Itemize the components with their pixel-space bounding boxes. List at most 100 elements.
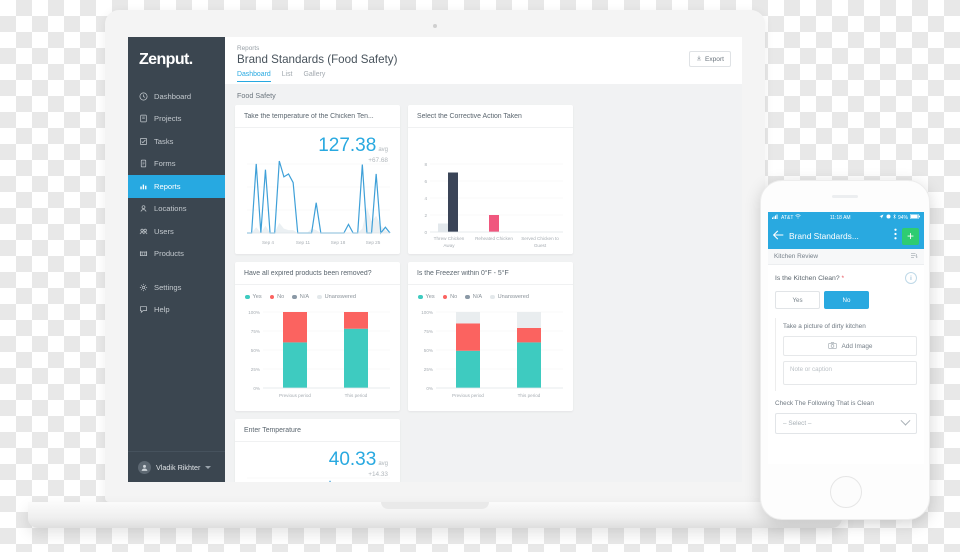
dashboard-grid: Take the temperature of the Chicken Ten.… — [225, 105, 742, 482]
y-tick-label: 25% — [251, 367, 260, 372]
tab-bar: Dashboard List Gallery — [237, 71, 730, 82]
sidebar-item-tasks[interactable]: Tasks — [128, 130, 225, 153]
checklist-icon — [139, 137, 148, 146]
battery-percent-label: 94% — [897, 214, 908, 221]
laptop-screen: Zenput. Dashboard Projects Tasks Forms R… — [128, 37, 742, 482]
answer-no-button[interactable]: No — [824, 291, 869, 309]
legend-swatch — [418, 294, 423, 300]
phone-nav-bar: Brand Standards... + — [768, 223, 924, 249]
sidebar-item-label: Projects — [154, 114, 182, 124]
home-button[interactable] — [830, 476, 862, 508]
clock-label: 11:18 AM — [829, 214, 851, 221]
export-button[interactable]: Export — [688, 51, 731, 67]
sidebar-item-forms[interactable]: Forms — [128, 153, 225, 176]
bar-current — [448, 172, 458, 232]
phone-nav-title: Brand Standards... — [789, 231, 859, 241]
y-tick-label: 100% — [248, 310, 260, 315]
sidebar-item-label: Settings — [154, 282, 182, 292]
sidebar-item-reports[interactable]: Reports — [128, 175, 225, 198]
photo-prompt-label: Take a picture of dirty kitchen — [783, 323, 866, 330]
x-tick-label: Guest — [534, 243, 547, 248]
phone-subbar: Kitchen Review — [768, 249, 924, 265]
y-tick-label: 100% — [421, 310, 433, 315]
breadcrumb: Reports — [237, 45, 260, 52]
required-marker: * — [841, 274, 845, 282]
gear-icon — [139, 283, 148, 292]
list-view-icon[interactable] — [911, 252, 918, 261]
note-input[interactable]: Note or caption — [783, 361, 917, 385]
overflow-menu-icon[interactable] — [894, 227, 897, 245]
y-tick-label: 75% — [251, 329, 260, 334]
export-label: Export — [704, 55, 724, 63]
card-expired-products: Have all expired products been removed? … — [235, 262, 400, 411]
tab-list[interactable]: List — [282, 71, 293, 82]
y-tick-label: 50% — [424, 348, 433, 353]
location-pin-icon — [139, 204, 148, 213]
metric-delta: +67.68 — [368, 157, 388, 164]
card-body: Yes No N/A Unanswered 0% 25% 50% 75% 100… — [408, 285, 573, 411]
sidebar-user-menu[interactable]: Vladik Rikhter — [128, 451, 225, 482]
question-block-check-clean: Check The Following That is Clean – Sele… — [768, 391, 924, 434]
metric-block: 40.33 avg +14.33 — [329, 450, 388, 478]
bar-segment-unanswered — [456, 312, 480, 324]
select-dropdown[interactable]: – Select – — [775, 413, 917, 434]
y-tick-label: 0% — [253, 386, 260, 391]
sidebar-divider-gap — [128, 265, 225, 276]
add-button[interactable]: + — [902, 227, 919, 245]
add-image-button[interactable]: Add Image — [783, 336, 917, 356]
legend-label: N/A — [472, 294, 483, 300]
alarm-icon — [886, 214, 891, 221]
sidebar-item-label: Users — [154, 226, 174, 236]
bar-segment-yes — [517, 342, 541, 388]
card-body: 0 2 4 6 8 Threw Chicken Away Reheated Ch… — [408, 128, 573, 254]
people-icon — [139, 227, 148, 236]
x-tick-label: Reheated Chicken — [475, 236, 513, 241]
sidebar-item-dashboard[interactable]: Dashboard — [128, 85, 225, 108]
legend-item: Unanswered — [317, 294, 356, 300]
question-row: Is the Kitchen Clean? * i — [775, 272, 917, 284]
sidebar-item-projects[interactable]: Projects — [128, 108, 225, 131]
brand-logo-text: Zenput. — [139, 51, 193, 68]
brand-logo[interactable]: Zenput. — [128, 37, 225, 77]
wifi-icon — [795, 214, 802, 221]
metric-block: 127.38 avg +67.68 — [318, 136, 388, 164]
sidebar-item-users[interactable]: Users — [128, 220, 225, 243]
bar-chart-icon — [139, 182, 148, 191]
sidebar-item-label: Dashboard — [154, 91, 192, 101]
tab-dashboard[interactable]: Dashboard — [237, 71, 271, 82]
sidebar-item-products[interactable]: Products — [128, 243, 225, 266]
x-tick-label: Previous period — [279, 393, 311, 398]
bluetooth-icon — [893, 213, 896, 221]
card-chicken-temperature: Take the temperature of the Chicken Ten.… — [235, 105, 400, 254]
battery-icon — [909, 213, 920, 221]
y-tick-label: 0% — [426, 386, 433, 391]
x-tick-label: Sep 11 — [296, 240, 311, 245]
x-tick-label: This period — [518, 393, 541, 398]
tab-gallery[interactable]: Gallery — [303, 71, 325, 82]
legend: Yes No N/A Unanswered — [243, 291, 392, 304]
x-tick-label: Sep 18 — [331, 240, 346, 245]
back-arrow-icon[interactable] — [772, 227, 784, 245]
x-tick-label: Away — [443, 243, 455, 248]
laptop-trackpad-notch — [381, 502, 489, 509]
y-tick-label: 75% — [424, 329, 433, 334]
card-body: Yes No N/A Unanswered 0% 25% 50% 75% 100… — [235, 285, 400, 411]
answer-yes-button[interactable]: Yes — [775, 291, 820, 309]
bar-current — [489, 215, 499, 232]
info-icon[interactable]: i — [905, 272, 917, 284]
x-tick-label: This period — [345, 393, 368, 398]
legend-item: Unanswered — [490, 294, 529, 300]
chevron-down-icon — [900, 415, 911, 426]
card-body: 40.33avg +14.33 Sep 4 S — [235, 442, 400, 482]
bar-segment-unanswered — [517, 312, 541, 328]
laptop-mockup: Zenput. Dashboard Projects Tasks Forms R… — [28, 10, 842, 528]
legend-label: Unanswered — [324, 294, 357, 300]
sidebar-item-help[interactable]: Help — [128, 299, 225, 322]
laptop-base — [28, 502, 842, 528]
select-value: – Select – — [783, 420, 812, 427]
user-name: Vladik Rikhter — [156, 462, 201, 472]
legend-item: Yes — [418, 294, 435, 300]
sidebar-item-settings[interactable]: Settings — [128, 276, 225, 299]
sidebar-item-locations[interactable]: Locations — [128, 198, 225, 221]
legend-swatch — [292, 294, 297, 300]
